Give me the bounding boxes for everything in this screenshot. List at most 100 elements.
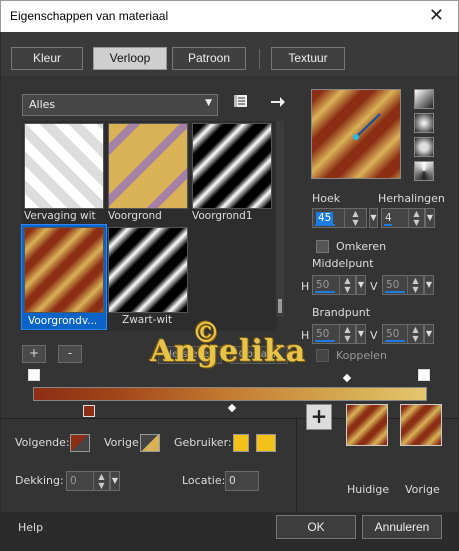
gradient-stop-start[interactable]	[83, 405, 95, 417]
tab-patroon[interactable]: Patroon	[172, 47, 246, 70]
gradient-stop-top-left[interactable]	[28, 369, 40, 381]
focal-h-dropdown-icon[interactable]: ▼	[356, 324, 366, 344]
previous-gradient-swatch[interactable]	[400, 404, 442, 446]
focal-v-slider[interactable]	[385, 340, 405, 342]
category-dropdown[interactable]: Alles ▼	[22, 94, 218, 116]
current-label: Huidige	[347, 483, 390, 496]
gradient-list: Vervaging wit Voorgrond Voorgrond1 Voorg…	[21, 121, 277, 331]
opacity-value[interactable]: 0	[70, 475, 77, 487]
focal-v-dropdown-icon[interactable]: ▼	[424, 324, 434, 344]
opacity-label: Dekking:	[15, 474, 64, 487]
opacity-dropdown-icon[interactable]: ▼	[110, 471, 120, 491]
spin-arrows-icon[interactable]: ▲ ▼	[344, 209, 366, 227]
gradient-item-selected[interactable]: Voorgrondv...	[21, 224, 107, 330]
cancel-button[interactable]: Annuleren	[362, 515, 442, 539]
gradient-thumb-fade-white	[24, 123, 104, 209]
focal-h-label: H	[301, 329, 310, 342]
gradient-list-scrollbar[interactable]	[276, 121, 284, 317]
invert-label: Omkeren	[336, 240, 387, 253]
link-label: Koppelen	[336, 349, 387, 362]
user-label: Gebruiker:	[174, 436, 232, 449]
add-color-button[interactable]: +	[306, 404, 332, 430]
help-link[interactable]: Help	[18, 521, 43, 534]
repeats-stepper[interactable]: 4 ▲ ▼	[381, 208, 425, 228]
next-label: Volgende:	[15, 436, 70, 449]
gradient-preview[interactable]	[311, 89, 401, 179]
link-checkbox[interactable]	[316, 349, 329, 362]
arrow-right-icon[interactable]	[270, 94, 286, 110]
gradient-thumb-foreground	[108, 123, 188, 209]
library-icon[interactable]	[234, 93, 250, 109]
focal-h-stepper[interactable]: 50 ▲ ▼	[312, 324, 356, 344]
gradient-thumb-foreground-fade	[24, 227, 104, 313]
angle-handle-icon[interactable]	[312, 90, 400, 178]
tab-kleur[interactable]: Kleur	[11, 47, 83, 70]
focal-label: Brandpunt	[312, 306, 371, 319]
repeats-value[interactable]: 4	[385, 212, 392, 224]
rectangular-gradient-icon[interactable]	[414, 113, 434, 133]
angle-label: Hoek	[312, 192, 341, 205]
angle-slider[interactable]	[315, 224, 335, 226]
focal-v-stepper[interactable]: 50 ▲ ▼	[382, 324, 424, 344]
location-value[interactable]: 0	[229, 475, 236, 487]
gradient-item[interactable]: Voorgrond1	[192, 123, 272, 222]
gradient-item[interactable]: Vervaging wit	[24, 123, 104, 222]
linear-gradient-icon[interactable]	[414, 89, 434, 109]
user-color-swatch-2[interactable]	[256, 434, 276, 452]
bottom-panel	[1, 418, 458, 512]
center-h-stepper[interactable]: 50 ▲ ▼	[312, 275, 356, 295]
center-h-value[interactable]: 50	[316, 279, 329, 291]
next-color-swatch[interactable]	[70, 434, 90, 452]
invert-checkbox[interactable]	[316, 240, 329, 253]
center-v-label: V	[370, 280, 378, 293]
focal-h-slider[interactable]	[315, 340, 335, 342]
chevron-down-icon: ▼	[205, 98, 212, 108]
repeats-slider[interactable]	[384, 224, 392, 226]
angle-stepper[interactable]: 45 ▲ ▼	[312, 208, 367, 228]
center-h-dropdown-icon[interactable]: ▼	[356, 275, 366, 295]
tab-textuur[interactable]: Textuur	[271, 47, 345, 70]
center-h-slider[interactable]	[315, 291, 335, 293]
focal-v-value[interactable]: 50	[386, 328, 399, 340]
spin-arrows-icon[interactable]: ▲ ▼	[407, 325, 423, 343]
watermark-text: Angelika	[150, 334, 307, 369]
gradient-stop-top-right[interactable]	[418, 369, 430, 381]
tab-verloop[interactable]: Verloop	[93, 47, 167, 70]
gradient-label: Voorgrondv...	[28, 315, 98, 327]
current-gradient-swatch[interactable]	[346, 404, 388, 446]
panel-divider	[296, 418, 297, 512]
location-input[interactable]: 0	[225, 471, 259, 491]
spin-arrows-icon[interactable]: ▲ ▼	[339, 325, 355, 343]
close-icon[interactable]: ✕	[429, 5, 444, 26]
ok-button[interactable]: OK	[276, 515, 356, 539]
angle-value[interactable]: 45	[316, 212, 334, 224]
focal-h-value[interactable]: 50	[316, 328, 329, 340]
center-v-stepper[interactable]: 50 ▲ ▼	[382, 275, 424, 295]
scrollbar-thumb[interactable]	[278, 299, 282, 313]
gradient-item[interactable]: Voorgrond	[108, 123, 188, 222]
tab-bar: Kleur Verloop Patroon Textuur	[1, 32, 458, 76]
repeats-dropdown-icon[interactable]: ▼	[425, 208, 435, 228]
prev-color-swatch[interactable]	[140, 434, 160, 452]
spin-arrows-icon[interactable]: ▲ ▼	[408, 209, 424, 227]
gradient-item[interactable]: Zwart-wit	[108, 227, 188, 326]
sunburst-gradient-icon[interactable]	[414, 137, 434, 157]
gradient-label: Voorgrond1	[192, 210, 253, 222]
user-color-swatch[interactable]	[233, 434, 249, 452]
add-gradient-button[interactable]: +	[22, 345, 46, 363]
gradient-label: Voorgrond	[108, 210, 162, 222]
gradient-thumb-black-white	[108, 227, 188, 313]
spin-arrows-icon[interactable]: ▲ ▼	[407, 276, 423, 294]
center-v-value[interactable]: 50	[386, 279, 399, 291]
angle-dropdown-icon[interactable]: ▼	[369, 208, 378, 228]
radial-gradient-icon[interactable]	[414, 161, 434, 181]
title-bar: Eigenschappen van materiaal ✕	[0, 0, 459, 32]
spin-arrows-icon[interactable]: ▲ ▼	[339, 276, 355, 294]
opacity-stepper[interactable]: 0 ▲ ▼	[66, 471, 110, 491]
center-v-slider[interactable]	[385, 291, 405, 293]
spin-arrows-icon[interactable]: ▲ ▼	[93, 472, 109, 490]
gradient-editor-bar[interactable]	[33, 387, 427, 401]
gradient-label: Zwart-wit	[122, 314, 173, 326]
center-v-dropdown-icon[interactable]: ▼	[424, 275, 434, 295]
remove-gradient-button[interactable]: -	[58, 345, 82, 363]
